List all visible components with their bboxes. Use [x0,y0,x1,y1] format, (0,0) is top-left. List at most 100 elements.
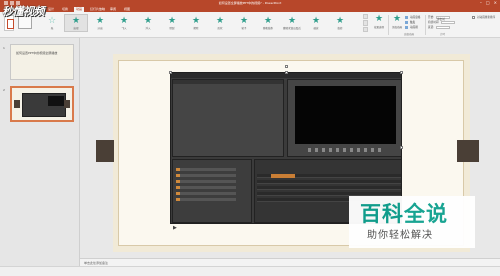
close-icon[interactable]: × [494,1,497,5]
delay-label: 延迟: [428,26,435,29]
duration-row: 持续时间: [428,20,456,24]
group-timing-label: 计时 [440,33,446,36]
timeline-track [257,180,401,184]
animation-painter-button[interactable]: 动画刷 [405,25,420,29]
none-icon: ☆ [48,16,57,26]
resize-handle[interactable] [285,71,288,74]
delay-input[interactable] [436,25,451,29]
gallery-item-grow-turn[interactable]: ★ 翻转式由远及近 [280,14,304,32]
gallery-item-split[interactable]: ★ 劈裂 [160,14,184,32]
group-advanced-label: 高级动画 [404,33,415,36]
video-source-panel [172,79,284,157]
list-item [176,180,236,183]
video-program-panel [287,79,402,157]
animation-pane-button[interactable]: 动画窗格 [405,15,420,19]
video-thumbnail [22,93,66,117]
gallery-item-swivel[interactable]: ★ 旋转 [328,14,352,32]
star-icon: ★ [393,14,402,24]
duration-label: 持续时间: [428,21,440,24]
divider [388,15,389,35]
start-row: 开始: 单击时 [428,15,455,21]
gallery-scroll[interactable] [363,14,368,32]
star-icon: ★ [375,14,384,24]
advanced-animation-group: 动画窗格 触发 动画刷 [405,15,420,29]
slide-thumbnail-2[interactable] [10,86,74,122]
list-item [176,198,236,201]
add-animation-label: 添加动画 [391,26,402,29]
pane-icon [405,15,408,19]
gallery-item-label: 翻转式由远及近 [283,27,301,30]
gallery-item-label: 擦除 [193,27,199,30]
status-bar [0,266,500,276]
side-tab [14,100,20,108]
star-icon: ★ [192,16,201,26]
play-icon[interactable]: ▶ [173,225,183,232]
gallery-item-zoom[interactable]: ★ 缩放 [304,14,328,32]
slide-thumbnails-pane: 1 如何设置PPT中的视频全屏播放 2 [0,38,80,266]
effect-options-button[interactable]: ★ 效果选项 [372,14,386,30]
star-icon: ★ [120,16,129,26]
slide-number: 1 [3,46,5,50]
trigger-label: 触发 [410,21,416,24]
timeline-track [257,174,401,178]
gallery-item-wheel[interactable]: ★ 轮子 [232,14,256,32]
video-logo: 秒懂视频 [2,5,45,18]
duration-input[interactable] [441,20,456,24]
star-icon: ★ [264,16,273,26]
gallery-item-fade[interactable]: ★ 淡出 [88,14,112,32]
gallery-item-label: 缩放 [313,27,319,30]
side-tab [64,100,70,108]
gallery-item-label: 无 [50,27,54,30]
gallery-item-shape[interactable]: ★ 形状 [208,14,232,32]
delay-row: 延迟: [428,25,455,29]
minimize-icon[interactable]: – [480,1,482,5]
animation-gallery: ☆ 无 ★ 出现 ★ 淡出 ★ 飞入 ★ 浮入 ★ 劈裂 ★ 擦除 ★ 形状 ★… [40,14,360,32]
gallery-item-appear[interactable]: ★ 出现 [64,14,88,32]
start-select[interactable]: 单击时 [436,15,451,21]
star-icon: ★ [336,16,345,26]
star-icon: ★ [72,16,81,26]
list-item [176,192,236,195]
add-animation-button[interactable]: ★ 添加动画 [390,14,404,30]
slide-thumbnail-1[interactable]: 如何设置PPT中的视频全屏播放 [10,44,74,80]
gallery-item-label: 出现 [73,27,79,30]
maximize-icon[interactable]: □ [486,1,490,5]
reorder-label: 对动画重新排序 [477,16,496,19]
video-monitor [295,86,396,144]
slide-thumbnail-text: 如何设置PPT中的视频全屏播放 [16,51,58,55]
start-label: 开始: [428,16,435,19]
gallery-item-label: 形状 [217,27,223,30]
gallery-item-float-in[interactable]: ★ 浮入 [136,14,160,32]
timing-group: 开始: 单击时 持续时间: 延迟: [428,15,456,29]
star-icon: ★ [216,16,225,26]
checkbox-icon [472,15,475,19]
trigger-button[interactable]: 触发 [405,20,420,24]
reorder-row[interactable]: 对动画重新排序 [472,15,495,19]
notes-pane[interactable]: 单击此处添加备注 [80,258,500,266]
star-icon: ★ [240,16,249,26]
video-project-panel [172,159,252,223]
rotate-handle[interactable] [285,65,288,68]
window-title: 如何设置全屏播放PPT中的视频? - PowerPoint [218,1,282,5]
resize-handle[interactable] [169,71,172,74]
resize-handle[interactable] [400,146,403,149]
list-item [176,168,236,171]
gallery-item-wipe[interactable]: ★ 擦除 [184,14,208,32]
star-icon: ★ [168,16,177,26]
ribbon: ☆ 无 ★ 出现 ★ 淡出 ★ 飞入 ★ 浮入 ★ 劈裂 ★ 擦除 ★ 形状 ★… [0,12,500,38]
resize-handle[interactable] [400,71,403,74]
painter-label: 动画刷 [410,26,418,29]
star-icon: ★ [144,16,153,26]
right-side-tab [457,140,479,162]
gallery-item-label: 旋转 [337,27,343,30]
gallery-item-label: 随机线条 [262,27,273,30]
pane-label: 动画窗格 [410,16,421,19]
gallery-item-random-bars[interactable]: ★ 随机线条 [256,14,280,32]
slide-number: 2 [3,88,5,92]
star-icon: ★ [96,16,105,26]
gallery-item-label: 淡出 [97,27,103,30]
gallery-item-fly-in[interactable]: ★ 飞入 [112,14,136,32]
gallery-item-label: 飞入 [121,27,127,30]
video-transport-controls [308,148,383,152]
gallery-item-label: 浮入 [145,27,151,30]
